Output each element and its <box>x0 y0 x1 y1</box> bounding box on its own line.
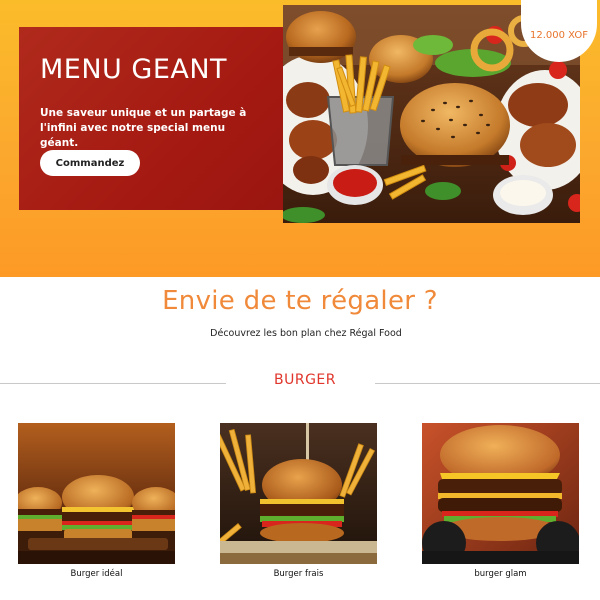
promo-title: MENU GEANT <box>40 54 228 85</box>
product-name[interactable]: Burger frais <box>220 569 377 579</box>
burger-fries-photo[interactable] <box>220 423 377 564</box>
section-subtitle: Découvrez les bon plan chez Régal Food <box>210 328 402 339</box>
product-name[interactable]: Burger idéal <box>18 569 175 579</box>
product-name[interactable]: burger glam <box>422 569 579 579</box>
product-card[interactable]: Burger idéal <box>18 423 175 579</box>
section-title: Envie de te régaler ? <box>162 286 438 316</box>
burgers-trio-photo[interactable] <box>18 423 175 564</box>
product-card[interactable]: burger glam <box>422 423 579 579</box>
divider-left <box>0 383 226 384</box>
divider-right <box>375 383 600 384</box>
promo-description: Une saveur unique et un partage à l'infi… <box>40 107 247 149</box>
product-card[interactable]: Burger frais <box>220 423 377 579</box>
category-label-burger[interactable]: BURGER <box>240 372 370 388</box>
order-button[interactable]: Commandez <box>40 150 140 176</box>
gloved-burger-photo[interactable] <box>422 423 579 564</box>
promo-card: MENU GEANT Une saveur unique et un parta… <box>19 27 284 210</box>
